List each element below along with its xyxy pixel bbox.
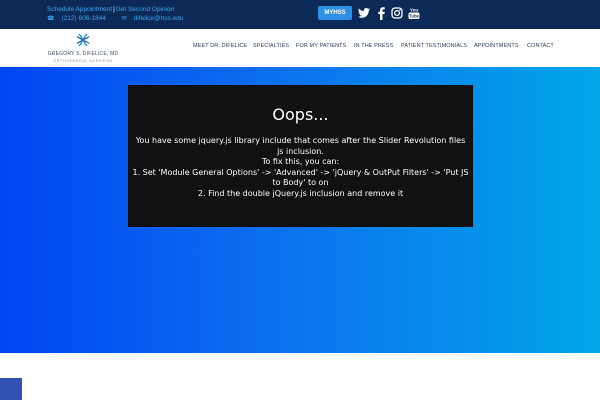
second-opinion-link[interactable]: Get Second Opinion [116,6,175,13]
error-line: 2. Find the double jQuery.js inclusion a… [197,188,404,198]
instagram-icon[interactable] [390,6,404,20]
error-line: To fix this, you can: [261,157,340,166]
phone-number: (212) 606-1844 [61,15,106,22]
envelope-icon: ✉ [121,16,127,22]
nav-for-my-patients[interactable]: FOR MY PATIENTS [296,43,346,49]
topbar-contact: Schedule Appointment|Get Second Opinion … [47,5,197,24]
youtube-icon[interactable]: You Tube [407,6,421,20]
error-message: You have some jquery.js library include … [132,136,470,199]
svg-text:You: You [410,7,418,12]
nav-patient-testimonials[interactable]: PATIENT TESTIMONIALS [401,43,467,49]
site-header: GREGORY S. DIFELICE, MD ORTHOPAEDIC SURG… [0,29,600,67]
error-title: Oops... [272,105,329,124]
hero-slider: Oops... You have some jquery.js library … [0,67,600,353]
nav-in-the-press[interactable]: IN THE PRESS [354,43,393,49]
nav-specialties[interactable]: SPECIALTIES [253,43,289,49]
svg-text:Tube: Tube [409,13,419,18]
topbar-links-row: Schedule Appointment|Get Second Opinion [47,5,197,14]
schedule-appointment-link[interactable]: Schedule Appointment [47,6,112,13]
email-address: difelice@hss.edu [133,15,184,22]
chat-widget-button[interactable] [0,378,22,400]
topbar-contact-row: ☎ (212) 606-1844 ✉ difelice@hss.edu [47,14,197,24]
myhss-button[interactable]: MYHSS [318,6,352,20]
phone-icon: ☎ [47,16,55,22]
facebook-icon[interactable] [376,6,386,20]
error-line: 1. Set 'Module General Options' -> 'Adva… [132,167,469,188]
error-line: You have some jquery.js library include … [135,136,466,156]
phone-item[interactable]: ☎ (212) 606-1844 [47,15,113,22]
top-bar: Schedule Appointment|Get Second Opinion … [0,0,600,29]
email-item[interactable]: ✉ difelice@hss.edu [122,15,191,22]
logo-name[interactable]: GREGORY S. DIFELICE, MD [47,51,119,57]
logo-icon[interactable] [75,32,91,48]
nav-contact[interactable]: CONTACT [527,43,554,49]
logo-subtitle: ORTHOPAEDIC SURGEON [53,58,113,63]
link-separator: | [113,6,115,13]
nav-appointments[interactable]: APPOINTMENTS [474,43,519,49]
twitter-icon[interactable] [357,6,371,20]
nav-meet-dr-difelice[interactable]: MEET DR. DIFELICE [193,43,247,49]
slider-error-box: Oops... You have some jquery.js library … [128,85,473,227]
